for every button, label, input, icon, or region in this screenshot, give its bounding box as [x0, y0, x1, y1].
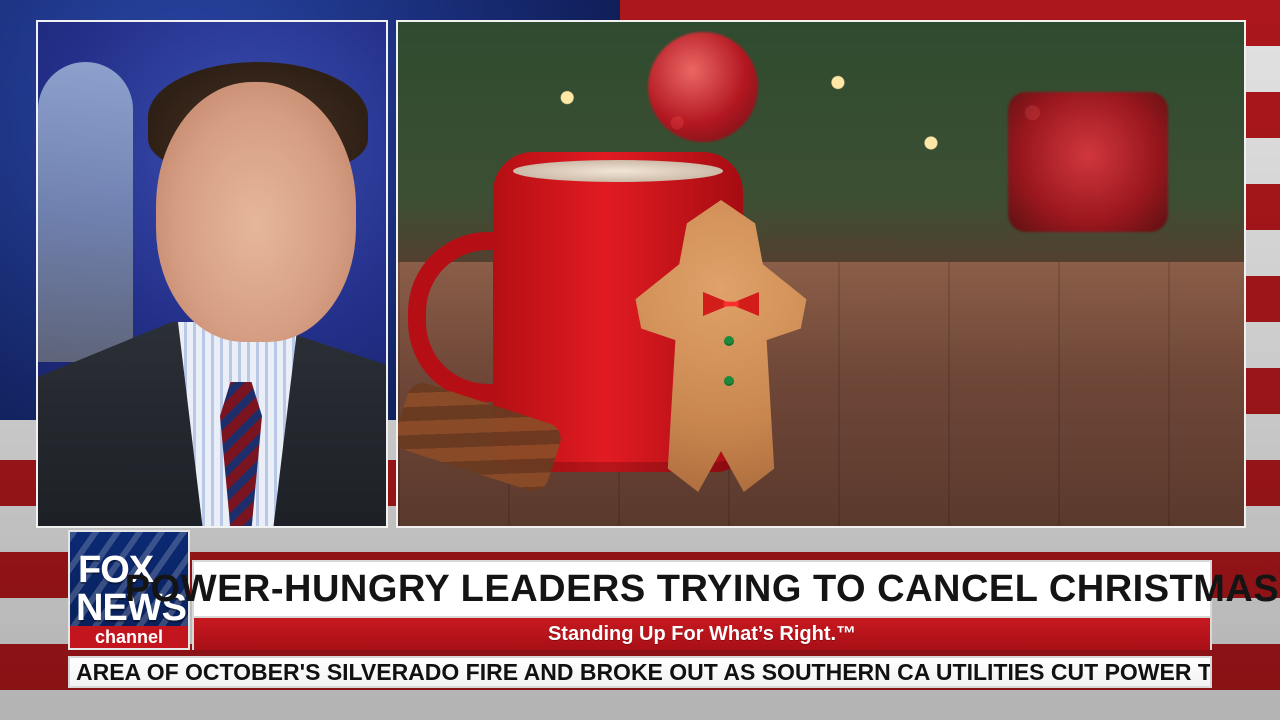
- cookie-button: [724, 376, 734, 386]
- tagline-bar: Standing Up For What’s Right.™: [192, 618, 1212, 650]
- tagline-text: Standing Up For What’s Right.™: [547, 622, 857, 645]
- host-video-panel: [36, 20, 388, 528]
- story-image-panel: [396, 20, 1246, 528]
- cookie-button: [724, 336, 734, 346]
- mug-drink: [513, 160, 723, 182]
- ornament-bokeh: [648, 32, 758, 142]
- gift-bokeh: [1008, 92, 1168, 232]
- ticker-text: AREA OF OCTOBER'S SILVERADO FIRE AND BRO…: [76, 658, 1212, 685]
- ticker-bar: AREA OF OCTOBER'S SILVERADO FIRE AND BRO…: [68, 656, 1212, 688]
- host-face: [156, 82, 356, 342]
- headline-text: POWER-HUNGRY LEADERS TRYING TO CANCEL CH…: [124, 567, 1280, 610]
- headline-bar: POWER-HUNGRY LEADERS TRYING TO CANCEL CH…: [125, 560, 1279, 618]
- logo-channel-text: channel: [70, 626, 188, 648]
- capitol-background: [38, 62, 133, 362]
- lower-third: FOX NEWS channel POWER-HUNGRY LEADERS TR…: [68, 530, 1279, 690]
